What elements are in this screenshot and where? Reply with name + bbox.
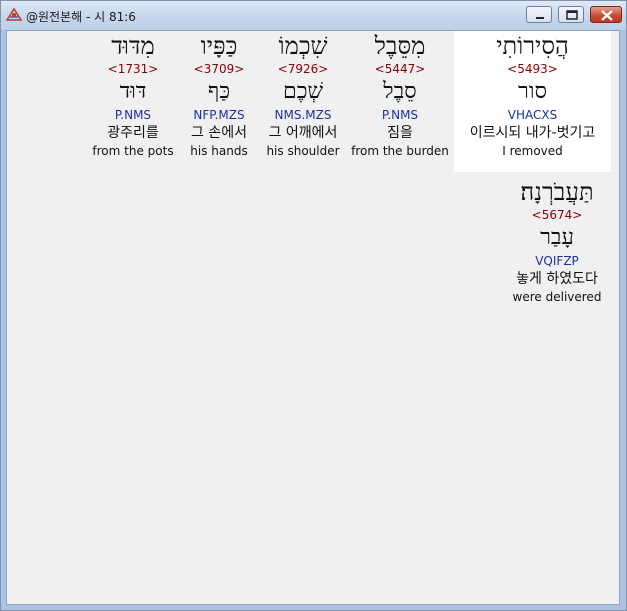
hebrew-word: כַּפָּיו — [200, 32, 238, 60]
bible-app-icon — [5, 6, 23, 24]
parsing-code[interactable]: VQIFZP — [504, 253, 610, 270]
window-title: @원전본해 - 시 81:6 — [26, 10, 136, 24]
word-entry[interactable]: מִדּוּד <1731> דּוּד P.NMS 광주리를 from the… — [89, 31, 177, 172]
maximize-button[interactable] — [558, 6, 584, 23]
lemma: שְׁכֶם — [282, 79, 324, 104]
hebrew-word: מִדּוּד — [111, 32, 155, 60]
app-window: @원전본해 - 시 81:6 הֲסִירוֹתִי <5493> סור VH… — [0, 0, 627, 611]
word-entry[interactable]: תַּעֲבֹרְנָה׃ <5674> עָבַר VQIFZP 놓게 하였도… — [504, 177, 610, 318]
parsing-code[interactable]: VHACXS — [454, 107, 611, 124]
minimize-button[interactable] — [526, 6, 552, 23]
lemma: כַּף — [207, 79, 231, 104]
hebrew-word: שִׁכְמוֹ — [278, 32, 328, 60]
maximize-icon — [566, 10, 578, 20]
close-button[interactable] — [590, 6, 622, 23]
korean-gloss: 놓게 하였도다 — [516, 271, 598, 287]
parsing-code[interactable]: NFP.MZS — [181, 107, 257, 124]
korean-gloss: 그 손에서 — [191, 125, 247, 141]
minimize-icon — [536, 17, 544, 19]
english-gloss: from the burden — [351, 144, 449, 158]
parsing-code[interactable]: P.NMS — [89, 107, 177, 124]
hebrew-word: מִסֵּבֶל — [374, 32, 426, 60]
lemma: עָבַר — [540, 225, 574, 250]
strong-number[interactable]: <7926> — [261, 61, 345, 77]
english-gloss: I removed — [502, 144, 563, 158]
word-entry[interactable]: כַּפָּיו <3709> כַּף NFP.MZS 그 손에서 his h… — [181, 31, 257, 172]
strong-number[interactable]: <5674> — [504, 207, 610, 223]
parsing-code[interactable]: NMS.MZS — [261, 107, 345, 124]
lemma: דּוּד — [119, 79, 147, 104]
word-entry[interactable]: מִסֵּבֶל <5447> סֵבֶל P.NMS 짐을 from the … — [350, 31, 450, 172]
hebrew-word: הֲסִירוֹתִי — [496, 32, 569, 60]
korean-gloss: 이르시되 내가-벗기고 — [469, 125, 596, 141]
korean-gloss: 광주리를 — [107, 125, 159, 141]
close-icon — [601, 10, 613, 21]
strong-number[interactable]: <5493> — [454, 61, 611, 77]
parsing-code[interactable]: P.NMS — [350, 107, 450, 124]
interlinear-panel: הֲסִירוֹתִי <5493> סור VHACXS 이르시되 내가-벗기… — [6, 30, 620, 605]
english-gloss: from the pots — [92, 144, 174, 158]
hebrew-word: תַּעֲבֹרְנָה׃ — [520, 178, 594, 206]
english-gloss: his shoulder — [266, 144, 340, 158]
strong-number[interactable]: <5447> — [350, 61, 450, 77]
korean-gloss: 그 어깨에서 — [268, 125, 338, 141]
strong-number[interactable]: <3709> — [181, 61, 257, 77]
english-gloss: his hands — [190, 144, 248, 158]
word-entry[interactable]: שִׁכְמוֹ <7926> שְׁכֶם NMS.MZS 그 어깨에서 hi… — [261, 31, 345, 172]
strong-number[interactable]: <1731> — [89, 61, 177, 77]
title-bar[interactable]: @원전본해 - 시 81:6 — [1, 1, 626, 30]
word-entry-selected[interactable]: הֲסִירוֹתִי <5493> סור VHACXS 이르시되 내가-벗기… — [454, 31, 611, 172]
lemma: סור — [518, 79, 547, 104]
lemma: סֵבֶל — [383, 79, 417, 104]
english-gloss: were delivered — [512, 290, 602, 304]
korean-gloss: 짐을 — [387, 125, 413, 141]
